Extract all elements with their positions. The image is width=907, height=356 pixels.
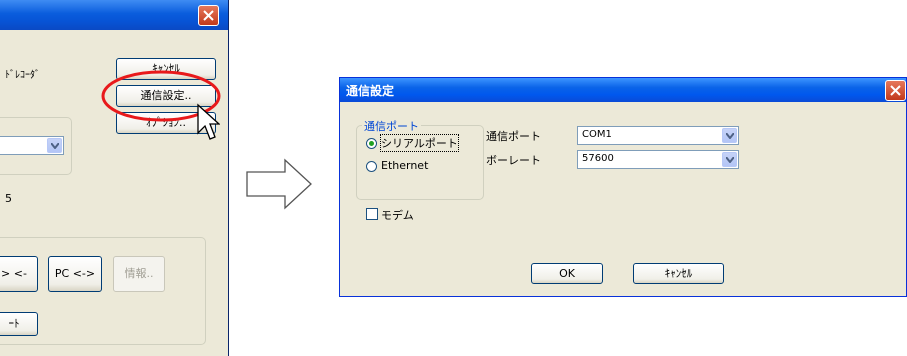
comm-port-label: 通信ポート [486,130,541,143]
pc-receive-button[interactable]: > <- [0,256,38,292]
recorder-label: ﾄﾞﾚｺｰﾀﾞ [5,70,40,81]
baud-rate-value: 57600 [582,153,614,164]
pc-bidirectional-button[interactable]: PC <-> [48,256,102,292]
dialog-title: 通信設定 [346,84,395,98]
close-icon [890,85,901,96]
main-window-titlebar [0,0,228,30]
close-button[interactable] [198,5,219,26]
serial-port-label[interactable]: シリアルポート [380,134,459,152]
dialog-titlebar: 通信設定 [340,78,906,102]
mouse-cursor-icon [197,103,220,140]
right-arrow-icon [246,158,312,210]
modem-checkbox[interactable] [366,208,378,220]
close-icon [203,10,214,21]
baud-rate-label: ボーレート [486,154,541,167]
dropdown-arrow-icon [722,128,737,143]
comm-port-select[interactable]: COM1 [577,126,739,145]
ethernet-radio[interactable] [366,161,377,172]
number-label: 5 [5,192,12,205]
main-window-partial: ﾄﾞﾚｺｰﾀﾞ ｷｬﾝｾﾙ 通信設定.. ｵﾌﾟｼｮﾝ.. 5 > <- PC … [0,0,229,356]
dialog-close-button[interactable] [885,80,906,101]
baud-rate-select[interactable]: 57600 [577,150,739,169]
serial-port-radio[interactable] [366,138,377,149]
dropdown-arrow-icon [722,152,737,167]
info-button[interactable]: 情報.. [113,256,165,292]
dropdown-arrow-icon [47,138,62,153]
combo-partial[interactable] [0,136,64,155]
port-button-partial[interactable]: ｰﾄ [0,312,38,336]
modem-label[interactable]: モデム [381,207,414,223]
ethernet-label[interactable]: Ethernet [381,159,428,172]
ok-button[interactable]: OK [531,263,603,284]
port-group-label: 通信ポート [362,118,421,134]
comm-settings-dialog: 通信設定 通信ポート シリアルポート Ethernet 通信ポート COM1 ボ… [339,77,907,297]
cancel-button[interactable]: ｷｬﾝｾﾙ [633,263,724,284]
comm-port-value: COM1 [582,129,612,140]
